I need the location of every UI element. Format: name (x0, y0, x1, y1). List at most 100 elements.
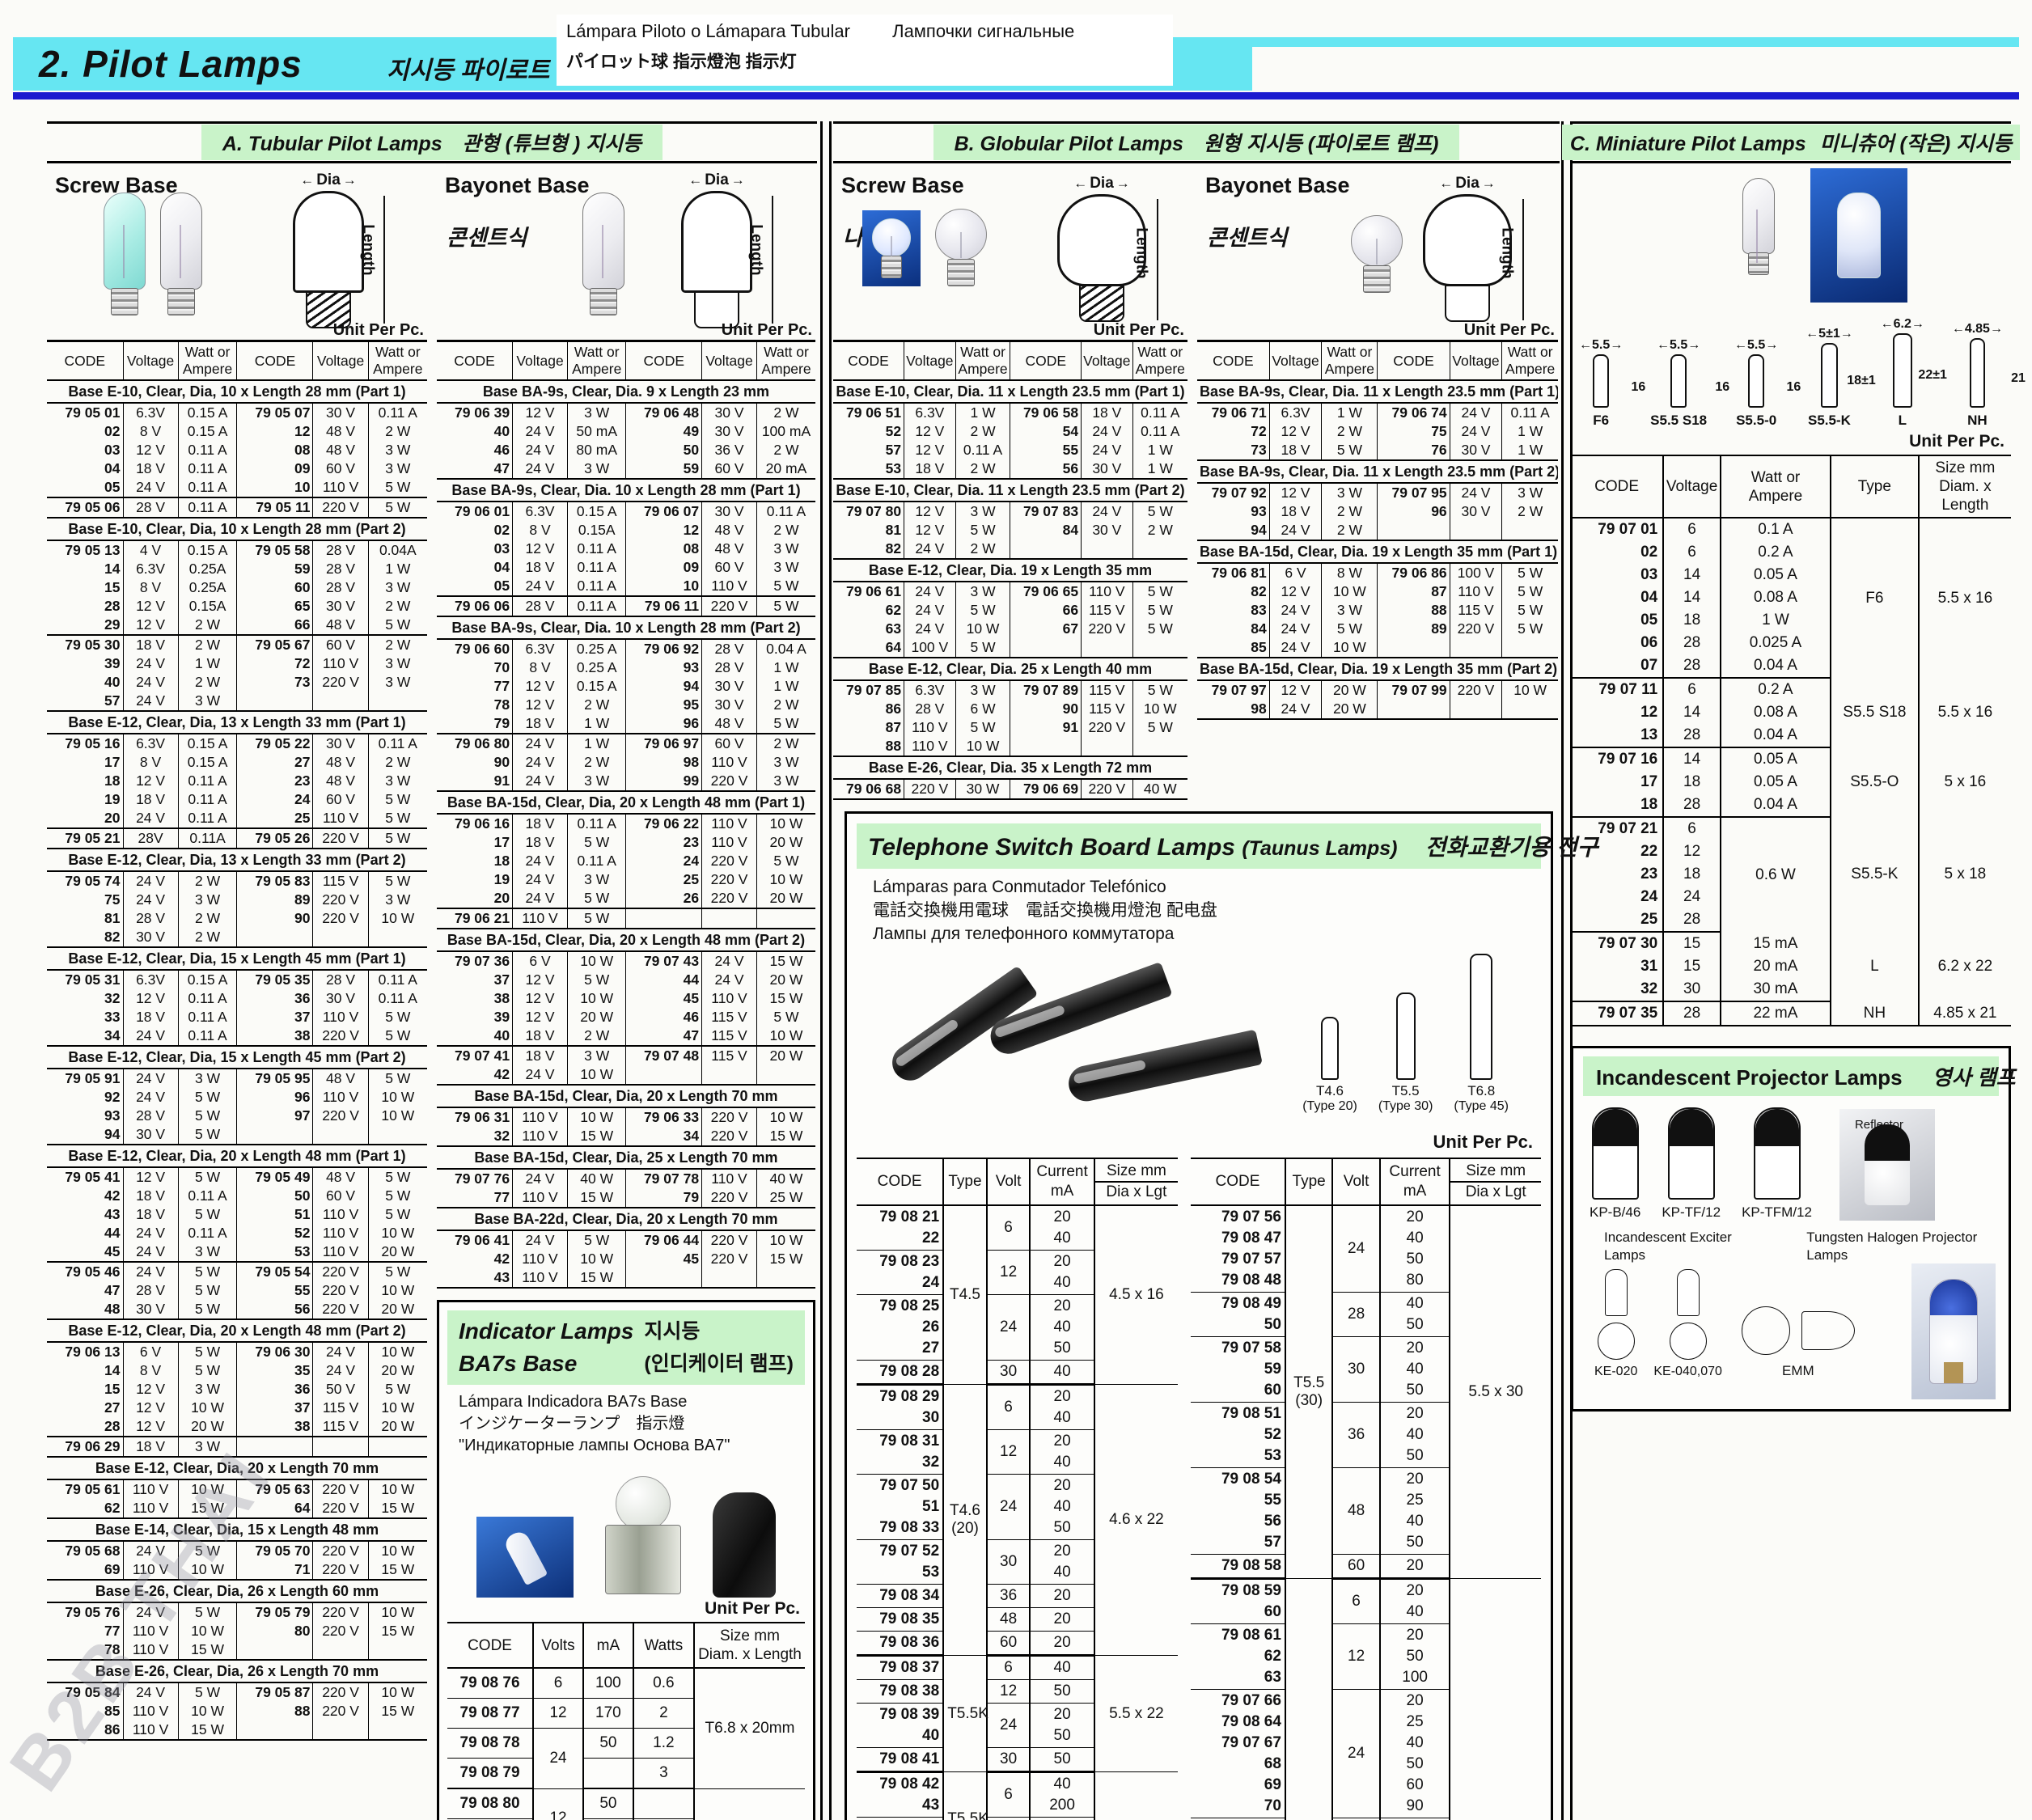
section-c-title-box: C. Miniature Pilot Lamps 미니츄어 (작은) 지시등 (1562, 125, 2020, 160)
watt-ampere-cell: 20 W (368, 1417, 427, 1437)
current-line: 20 (1034, 1296, 1090, 1317)
table-header-cell: Watt orAmpere (567, 341, 626, 381)
code-line: 27 (860, 1338, 939, 1359)
current-cell: 204050 (1030, 1295, 1094, 1361)
table-header-cell: CODE (1191, 1158, 1285, 1205)
code-line: 79 08 25 (860, 1296, 939, 1317)
group-title: Base E-12, Clear, Dia, 15 x Length 45 mm… (47, 947, 427, 970)
code-cell: 82 (1197, 582, 1269, 601)
b-bayonet-panel: Bayonet Base 콘센트식 ←Dia→ Length Unit Per … (1197, 167, 1558, 800)
voltage-cell: 24 V (1269, 521, 1322, 540)
type-number-label: (Type 30) (1378, 1099, 1433, 1114)
code-cell (626, 908, 702, 929)
exciter-model-label: KE-020 (1594, 1365, 1637, 1379)
table-row: 79 07 301515 mAL6.2 x 22 (1571, 932, 2011, 955)
bulb-outline (1470, 954, 1492, 1080)
voltage-cell: 48 V (313, 422, 368, 441)
table-row: 79 07 9712 V20 W79 07 99220 V10 W (1197, 680, 1558, 700)
code-cell: 79 05 26 (237, 828, 313, 849)
table-row: 79 05 4112 V5 W79 05 4948 V5 W (47, 1167, 427, 1187)
voltage-cell (702, 908, 757, 929)
current-line: 40 (1034, 1657, 1090, 1678)
voltage-cell: 110 V (702, 753, 757, 772)
table-row: 9024 V2 W98110 V3 W (437, 753, 815, 772)
bayonet-base-label: Bayonet Base (445, 173, 590, 198)
voltage-cell: 12 V (123, 616, 178, 635)
table-row: 7712 V0.15 A9430 V1 W (437, 677, 815, 696)
code-cell: 79 08 34 (857, 1585, 943, 1608)
watt-ampere-cell: 3 W (1322, 601, 1378, 620)
table-row: 8224 V2 W (833, 540, 1187, 559)
code-cell: 40 (47, 673, 123, 692)
watt-ampere-cell: 0.11 A (178, 441, 237, 459)
code-cell: 85 (1197, 638, 1269, 658)
code-line: 79 07 66 (1194, 1691, 1281, 1712)
voltage-cell: 24 V (1082, 422, 1133, 441)
bayonet-base-drawing (1445, 285, 1490, 322)
code-cell: 79 05 79 (237, 1602, 313, 1622)
code-cell: 52 (833, 422, 904, 441)
table-row: 5724 V3 W (47, 692, 427, 711)
table-row: 79 08 2122T4.5620404.5 x 16 (857, 1205, 1178, 1251)
watt-ampere-cell: 2 W (756, 441, 815, 459)
code-cell: 97 (237, 1107, 313, 1125)
watt-ampere-cell: 25 W (756, 1188, 815, 1208)
code-cell: 79 07 30 (1571, 932, 1663, 955)
voltage-cell: 15 (1663, 955, 1721, 978)
watt-ampere-cell: 3 W (178, 1069, 237, 1088)
table-row: 4224 V10 W (437, 1065, 815, 1085)
table-row: 79 07 8012 V3 W79 07 8324 V5 W (833, 502, 1187, 521)
code-cell: 79 06 48 (626, 403, 702, 422)
watt-ampere-cell: 3 W (955, 502, 1010, 521)
watt-ampere-cell: 3 W (1502, 483, 1558, 502)
code-line: 79 08 58 (1194, 1555, 1281, 1577)
code-line: 79 07 67 (1194, 1733, 1281, 1754)
projector-captions: Incandescent Exciter Lamps Tungsten Halo… (1604, 1229, 1999, 1264)
current-line: 20 (1034, 1585, 1090, 1606)
group-title-row: Base E-12, Clear, Dia, 15 x Length 45 mm… (47, 1046, 427, 1069)
watt-ampere-cell: 0.25A (178, 578, 237, 597)
table-row: 79 07 856.3V3 W79 07 89115 V5 W (833, 680, 1187, 700)
code-cell: 79 08 28 (857, 1361, 943, 1385)
code-cell: 20 (47, 809, 123, 828)
voltage-cell: 28 V (313, 540, 368, 560)
watt-ampere-cell: 1 W (1322, 403, 1378, 422)
voltage-cell: 30 V (702, 677, 757, 696)
current-cell: 202540506090 (1380, 1690, 1450, 1818)
section-c-header: C. Miniature Pilot Lamps 미니츄어 (작은) 지시등 (1571, 121, 2011, 163)
volt-cell: 12 (987, 1818, 1031, 1820)
code-cell: 79 05 21 (47, 828, 123, 849)
a-bayonet-panel-header: Bayonet Base 콘센트식 ←Dia→ Length Unit Per … (437, 167, 815, 340)
code-cell: 79 08 4243 (857, 1772, 943, 1818)
watt-ampere-cell: 5 W (368, 1205, 427, 1224)
element: 79 07 0160.1 AF65.5 x 160260.2 A03140.05… (1571, 518, 2011, 1026)
current-line: 50 (1034, 1749, 1090, 1770)
voltage-cell: 24 V (1082, 502, 1133, 521)
watt-ampere-cell: 5 W (178, 1262, 237, 1281)
watt-ampere-cell: 5 W (567, 1230, 626, 1250)
projector-model-label: KP-B/46 (1590, 1204, 1640, 1221)
watt-ampere-cell: 2 W (368, 422, 427, 441)
watt-ampere-cell: 0.11 A (756, 502, 815, 521)
watt-ampere-cell: 2 W (368, 753, 427, 772)
current-line: 40 (1034, 1562, 1090, 1583)
projector-title-box: Incandescent Projector Lamps 영사 램프 (1583, 1056, 1999, 1096)
voltage-cell: 110 V (313, 654, 368, 673)
code-cell: 98 (1197, 700, 1269, 719)
element: Base BA-9s, Clear, Dia. 11 x Length 23.5… (1197, 380, 1558, 719)
watt-ampere-cell: 5 W (1132, 680, 1187, 700)
code-cell: 90 (1010, 700, 1082, 718)
section-b-globular: B. Globular Pilot Lamps 원형 지시등 (파이로트 램프)… (833, 121, 1560, 1820)
voltage-cell: 24 V (513, 852, 568, 870)
watt-ampere-cell: 0.11 A (178, 459, 237, 478)
code-cell: 32 (47, 989, 123, 1008)
voltage-cell: 48 V (313, 772, 368, 790)
voltage-cell: 110 V (513, 908, 568, 929)
code-cell: 79 07 80 (833, 502, 904, 521)
watt-ampere-cell (1502, 638, 1558, 658)
voltage-cell: 24 V (513, 577, 568, 596)
volt-cell: 60 (987, 1632, 1031, 1656)
watt-ampere-cell: 0.08 A (1721, 586, 1831, 609)
code-line: 59 (1194, 1359, 1281, 1380)
voltage-cell: 28 (1663, 654, 1721, 678)
